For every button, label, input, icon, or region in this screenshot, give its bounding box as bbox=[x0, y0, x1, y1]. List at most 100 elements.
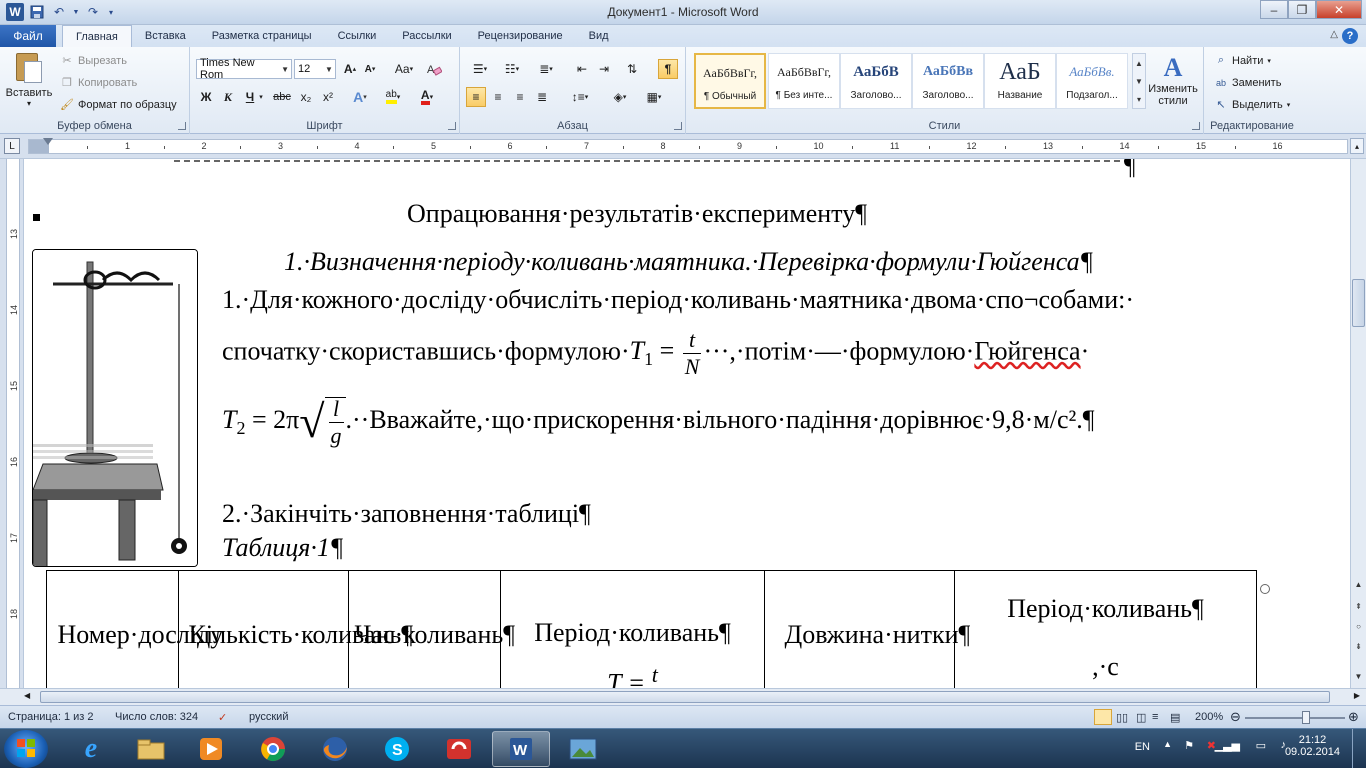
zoom-slider[interactable] bbox=[1245, 717, 1345, 719]
zoom-in-icon[interactable]: ⊕ bbox=[1348, 709, 1359, 725]
restore-button[interactable]: ❐ bbox=[1288, 0, 1316, 19]
paste-dropdown-icon[interactable]: ▾ bbox=[4, 99, 54, 108]
web-layout-icon[interactable]: ◫ bbox=[1136, 711, 1146, 724]
word-count[interactable]: Число слов: 324 bbox=[115, 711, 198, 723]
strikethrough-button[interactable]: abc bbox=[270, 87, 294, 107]
scrollbar-thumb[interactable] bbox=[1352, 279, 1365, 327]
zoom-out-icon[interactable]: ⊖ bbox=[1230, 709, 1241, 725]
vertical-ruler[interactable]: 13 14 15 16 17 18 bbox=[0, 159, 24, 688]
draft-icon[interactable]: ▤ bbox=[1170, 711, 1180, 724]
show-formatting-button[interactable]: ¶ bbox=[658, 59, 678, 79]
table-header-cell[interactable]: Номер·досліду bbox=[46, 570, 223, 688]
font-color-button[interactable]: A ▾ bbox=[414, 87, 440, 107]
find-button[interactable]: ⌕ Найти ▾ bbox=[1214, 51, 1271, 70]
browse-object-icon[interactable]: ○ bbox=[1352, 619, 1365, 633]
chevron-down-icon[interactable]: ▼ bbox=[1135, 77, 1143, 86]
borders-button[interactable]: ▦ ▾ bbox=[640, 87, 668, 107]
format-painter-button[interactable]: 🖌 Формат по образцу bbox=[60, 95, 177, 114]
scroll-left-icon[interactable]: ◀ bbox=[24, 691, 30, 700]
page-count[interactable]: Страница: 1 из 2 bbox=[8, 711, 94, 723]
horizontal-scrollbar[interactable]: ◀ ▶ bbox=[0, 688, 1366, 705]
style-heading-1[interactable]: АаБбВ Заголово... bbox=[840, 53, 912, 109]
tab-view[interactable]: Вид bbox=[576, 25, 622, 47]
clipboard-launcher-icon[interactable] bbox=[178, 122, 186, 130]
increase-indent-icon[interactable]: ⇥ bbox=[594, 59, 614, 79]
show-desktop-button[interactable] bbox=[1352, 729, 1366, 768]
skype-icon[interactable]: S bbox=[368, 731, 426, 767]
document-page[interactable]: ¶ Опрацювання·результатів·експерименту¶ … bbox=[24, 159, 1350, 688]
tab-review[interactable]: Рецензирование bbox=[465, 25, 576, 47]
language-indicator[interactable]: русский bbox=[249, 711, 288, 723]
zoom-level[interactable]: 200% bbox=[1195, 711, 1223, 723]
vertical-scrollbar[interactable]: ▲ ⇞ ○ ⇟ ▼ bbox=[1350, 159, 1366, 688]
close-button[interactable]: ✕ bbox=[1316, 0, 1362, 19]
flag-icon[interactable]: ⚑ bbox=[1184, 739, 1194, 752]
firefox-icon[interactable] bbox=[306, 731, 364, 767]
superscript-button[interactable]: x² bbox=[318, 87, 338, 107]
proofing-icon[interactable]: ✓ bbox=[218, 711, 227, 724]
style-normal[interactable]: АаБбВвГг, ¶ Обычный bbox=[694, 53, 766, 109]
scroll-down-icon[interactable]: ▼ bbox=[1352, 669, 1365, 683]
replace-button[interactable]: ab Заменить bbox=[1214, 73, 1281, 92]
style-title[interactable]: АаБ Название bbox=[984, 53, 1056, 109]
word-taskbar-icon[interactable]: W bbox=[492, 731, 550, 767]
more-styles-icon[interactable]: ▾ bbox=[1137, 95, 1141, 104]
view-ruler-toggle[interactable]: ▴ bbox=[1350, 138, 1364, 154]
table-header-cell[interactable]: Довжина·нитки¶ bbox=[764, 570, 970, 688]
underline-dropdown-icon[interactable]: ▾ bbox=[256, 87, 266, 107]
tab-file[interactable]: Файл bbox=[0, 25, 56, 47]
clock[interactable]: 21:12 09.02.2014 bbox=[1285, 734, 1340, 758]
font-size-combo[interactable]: 12 ▼ bbox=[294, 59, 336, 79]
justify-icon[interactable]: ≣ bbox=[532, 87, 552, 107]
paragraph-launcher-icon[interactable] bbox=[674, 122, 682, 130]
select-button[interactable]: ↖ Выделить ▾ bbox=[1214, 95, 1290, 114]
table-header-cell[interactable]: Час·коливань¶ bbox=[348, 570, 515, 688]
table-header-cell[interactable]: Період·коливань¶ T = t bbox=[500, 570, 765, 688]
scroll-up-icon[interactable]: ▲ bbox=[1352, 577, 1365, 591]
outline-icon[interactable]: ≡ bbox=[1152, 711, 1158, 723]
pendulum-image[interactable] bbox=[32, 249, 198, 567]
show-hidden-icons-icon[interactable]: ▲ bbox=[1163, 739, 1172, 749]
highlight-button[interactable]: ab ▾ bbox=[380, 87, 406, 107]
signal-icon[interactable]: ▁▃▅ bbox=[1215, 739, 1240, 752]
italic-button[interactable]: К bbox=[218, 87, 238, 107]
data-table[interactable]: Номер·досліду Кількість·коливань¶ Час·ко… bbox=[46, 570, 1270, 688]
style-heading-2[interactable]: АаБбВв Заголово... bbox=[912, 53, 984, 109]
media-player-icon[interactable] bbox=[182, 731, 240, 767]
picture-viewer-icon[interactable] bbox=[554, 731, 612, 767]
table-header-cell[interactable]: Кількість·коливань¶ bbox=[178, 570, 413, 688]
paste-button[interactable]: Вставить ▾ bbox=[4, 51, 54, 111]
bold-button[interactable]: Ж bbox=[196, 87, 216, 107]
shrink-font-button[interactable]: A ▾ bbox=[360, 59, 380, 79]
hscroll-thumb[interactable] bbox=[40, 691, 1330, 703]
font-launcher-icon[interactable] bbox=[448, 122, 456, 130]
scroll-right-icon[interactable]: ▶ bbox=[1354, 691, 1360, 700]
sort-icon[interactable]: ⇅ bbox=[622, 59, 642, 79]
full-screen-reading-icon[interactable]: ▯▯ bbox=[1116, 711, 1128, 724]
print-layout-icon[interactable] bbox=[1094, 709, 1112, 725]
text-effects-button[interactable]: A ▾ bbox=[350, 87, 370, 107]
input-language[interactable]: EN bbox=[1135, 741, 1150, 753]
style-subtitle[interactable]: АаБбВв. Подзагол... bbox=[1056, 53, 1128, 109]
tab-page-layout[interactable]: Разметка страницы bbox=[199, 25, 325, 47]
style-no-spacing[interactable]: АаБбВвГг, ¶ Без инте... bbox=[768, 53, 840, 109]
numbering-button[interactable]: ☷ ▾ bbox=[498, 59, 526, 79]
bullets-button[interactable]: ☰ ▾ bbox=[466, 59, 494, 79]
copy-button[interactable]: ❐ Копировать bbox=[60, 73, 137, 92]
minimize-button[interactable]: – bbox=[1260, 0, 1288, 19]
zoom-slider-knob[interactable] bbox=[1302, 711, 1310, 724]
change-styles-button[interactable]: A Изменить стили bbox=[1144, 53, 1202, 115]
font-name-combo[interactable]: Times New Rom ▼ bbox=[196, 57, 292, 81]
table-header-cell[interactable]: Період·коливань¶ ,·с bbox=[954, 570, 1257, 688]
styles-launcher-icon[interactable] bbox=[1192, 122, 1200, 130]
line-spacing-button[interactable]: ↕≡ ▾ bbox=[566, 87, 594, 107]
battery-icon[interactable]: ▭ bbox=[1256, 739, 1266, 752]
app-red-icon[interactable] bbox=[430, 731, 488, 767]
file-explorer-icon[interactable] bbox=[122, 731, 180, 767]
decrease-indent-icon[interactable]: ⇤ bbox=[572, 59, 592, 79]
previous-page-icon[interactable]: ⇞ bbox=[1352, 599, 1365, 613]
tab-home[interactable]: Главная bbox=[62, 25, 132, 48]
spellcheck-word[interactable]: Гюйгенса bbox=[974, 336, 1080, 365]
subscript-button[interactable]: x₂ bbox=[296, 87, 316, 107]
tab-insert[interactable]: Вставка bbox=[132, 25, 199, 47]
